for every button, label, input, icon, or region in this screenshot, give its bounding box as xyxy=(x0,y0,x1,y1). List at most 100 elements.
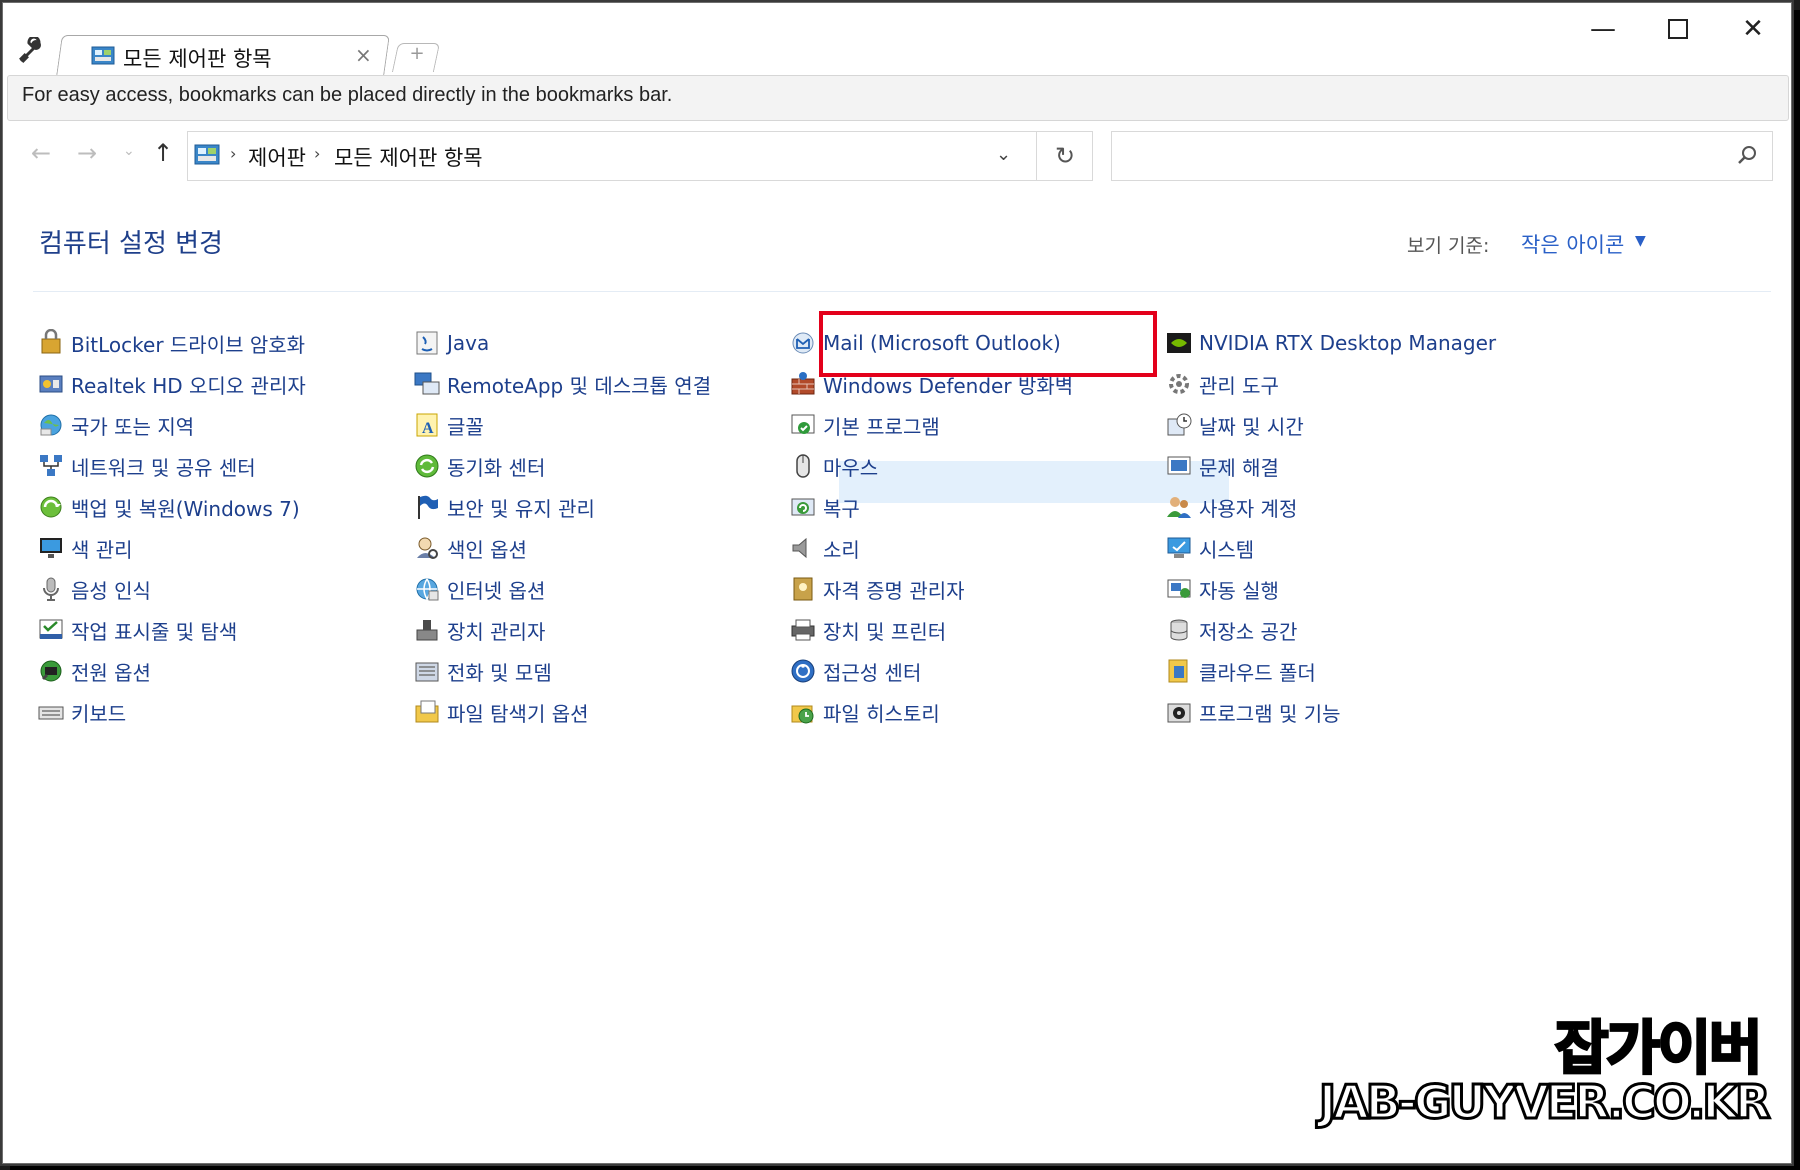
forward-arrow-icon[interactable]: → xyxy=(77,139,97,167)
recent-locations-chevron-icon[interactable]: ⌄ xyxy=(123,143,135,159)
maximize-button[interactable] xyxy=(1658,9,1698,49)
control-panel-item[interactable]: 마우스 xyxy=(789,448,878,484)
control-panel-item[interactable]: 문제 해결 xyxy=(1165,448,1279,484)
control-panel-item[interactable]: 장치 관리자 xyxy=(413,612,545,648)
breadcrumb-all-items[interactable]: 모든 제어판 항목 xyxy=(334,142,483,172)
control-panel-item-label: BitLocker 드라이브 암호화 xyxy=(71,332,306,357)
control-panel-item[interactable]: 작업 표시줄 및 탐색 xyxy=(37,612,237,648)
recovery-icon xyxy=(791,498,815,516)
refresh-icon[interactable]: ↻ xyxy=(1036,132,1093,180)
search-input[interactable] xyxy=(1120,140,1684,172)
control-panel-item[interactable]: 프로그램 및 기능 xyxy=(1165,694,1341,730)
tab-close-icon[interactable]: × xyxy=(355,43,372,67)
control-panel-item[interactable]: A 글꼴 xyxy=(413,407,484,443)
credential-icon xyxy=(793,577,813,601)
control-panel-item[interactable]: 백업 및 복원(Windows 7) xyxy=(37,489,300,525)
control-panel-item-label: 인터넷 옵션 xyxy=(447,578,546,603)
control-panel-item[interactable]: 접근성 센터 xyxy=(789,653,921,689)
address-bar[interactable]: › 제어판 › 모든 제어판 항목 ⌄ ↻ xyxy=(187,131,1093,181)
tab-title: 모든 제어판 항목 xyxy=(123,47,272,71)
control-panel-item-label: 색인 옵션 xyxy=(447,537,527,562)
control-panel-item[interactable]: 인터넷 옵션 xyxy=(413,571,545,607)
remoteapp-icon xyxy=(414,372,440,395)
control-panel-item[interactable]: 동기화 센터 xyxy=(413,448,545,484)
breadcrumb-separator[interactable]: › xyxy=(230,144,236,163)
control-panel-item[interactable]: 키보드 xyxy=(37,694,126,730)
control-panel-item[interactable]: 시스템 xyxy=(1165,530,1254,566)
control-panel-item[interactable]: RemoteApp 및 데스크톱 연결 xyxy=(413,366,711,402)
control-panel-icon xyxy=(91,46,115,65)
control-panel-item-label: Java xyxy=(447,331,490,355)
control-panel-item-label: 전원 옵션 xyxy=(71,660,151,685)
network-icon xyxy=(40,455,62,476)
control-panel-item[interactable]: 보안 및 유지 관리 xyxy=(413,489,595,525)
microphone-icon xyxy=(43,577,59,601)
control-panel-item-label: 네트워크 및 공유 센터 xyxy=(71,455,256,480)
control-panel-item[interactable]: NVIDIA RTX Desktop Manager xyxy=(1165,325,1496,361)
control-panel-item[interactable]: 네트워크 및 공유 센터 xyxy=(37,448,256,484)
control-panel-item[interactable]: Java xyxy=(413,325,489,361)
control-panel-item[interactable]: 음성 인식 xyxy=(37,571,151,607)
control-panel-item[interactable]: BitLocker 드라이브 암호화 xyxy=(37,325,305,361)
callout-box-mail xyxy=(819,311,1157,377)
control-panel-item-label: 복구 xyxy=(823,496,860,521)
caret-down-icon[interactable]: ▼ xyxy=(1635,233,1646,249)
control-panel-item-label: 자격 증명 관리자 xyxy=(823,578,965,603)
control-panel-item-label: 저장소 공간 xyxy=(1199,619,1298,644)
taskbar-icon xyxy=(39,619,63,639)
keyboard-icon xyxy=(38,706,64,720)
search-box[interactable] xyxy=(1111,131,1773,181)
control-panel-item[interactable]: 사용자 계정 xyxy=(1165,489,1297,525)
control-panel-item[interactable]: 자동 실행 xyxy=(1165,571,1279,607)
close-button[interactable]: ✕ xyxy=(1733,9,1773,49)
control-panel-item[interactable]: 색인 옵션 xyxy=(413,530,527,566)
control-panel-item[interactable]: 복구 xyxy=(789,489,860,525)
control-panel-item[interactable]: 색 관리 xyxy=(37,530,133,566)
address-dropdown-chevron-icon[interactable]: ⌄ xyxy=(996,144,1011,165)
control-panel-item[interactable]: 클라우드 폴더 xyxy=(1165,653,1316,689)
breadcrumb-control-panel[interactable]: 제어판 xyxy=(248,142,306,172)
control-panel-item-label: 자동 실행 xyxy=(1199,578,1279,603)
control-panel-item-label: 파일 탐색기 옵션 xyxy=(447,701,589,726)
backup-icon xyxy=(40,496,62,518)
control-panel-item-label: RemoteApp 및 데스크톱 연결 xyxy=(447,373,712,398)
bitlocker-icon xyxy=(41,329,61,354)
back-arrow-icon[interactable]: ← xyxy=(31,139,51,167)
control-panel-item-label: 동기화 센터 xyxy=(447,455,546,480)
control-panel-item-label: 음성 인식 xyxy=(71,578,151,603)
device-manager-icon xyxy=(416,620,438,641)
breadcrumb-separator[interactable]: › xyxy=(314,144,320,163)
autoplay-icon xyxy=(1167,579,1191,598)
control-panel-item[interactable]: 날짜 및 시간 xyxy=(1165,407,1304,443)
control-panel-item[interactable]: 국가 또는 지역 xyxy=(37,407,194,443)
control-panel-item[interactable]: 관리 도구 xyxy=(1165,366,1279,402)
page-title: 컴퓨터 설정 변경 xyxy=(39,229,223,259)
svg-text:A: A xyxy=(422,420,434,437)
minimize-button[interactable]: — xyxy=(1583,9,1623,49)
bookmarks-hint-text: For easy access, bookmarks can be placed… xyxy=(22,84,673,106)
control-panel-item[interactable]: 파일 탐색기 옵션 xyxy=(413,694,589,730)
view-by-dropdown[interactable]: 작은 아이콘 xyxy=(1521,229,1624,259)
control-panel-icon xyxy=(194,144,220,165)
control-panel-item[interactable]: 파일 히스토리 xyxy=(789,694,940,730)
up-arrow-icon[interactable]: ↑ xyxy=(153,139,173,167)
view-by-label: 보기 기준: xyxy=(1407,235,1490,257)
control-panel-item[interactable]: 전화 및 모뎀 xyxy=(413,653,552,689)
control-panel-item[interactable]: 소리 xyxy=(789,530,860,566)
control-panel-item[interactable]: 자격 증명 관리자 xyxy=(789,571,965,607)
control-panel-item[interactable]: Realtek HD 오디오 관리자 xyxy=(37,366,306,402)
control-panel-item[interactable]: 장치 및 프린터 xyxy=(789,612,946,648)
wrench-icon[interactable] xyxy=(17,37,45,65)
control-panel-item-label: 보안 및 유지 관리 xyxy=(447,496,595,521)
browser-tab[interactable]: 모든 제어판 항목 × xyxy=(69,37,389,75)
mail-icon xyxy=(792,332,814,354)
search-icon[interactable] xyxy=(1736,144,1758,166)
control-panel-item-label: 키보드 xyxy=(71,701,127,726)
control-panel-item[interactable]: 전원 옵션 xyxy=(37,653,151,689)
control-panel-item[interactable]: 저장소 공간 xyxy=(1165,612,1297,648)
control-panel-item-label: 전화 및 모뎀 xyxy=(447,660,552,685)
indexing-icon xyxy=(417,537,438,559)
control-panel-item[interactable]: 기본 프로그램 xyxy=(789,407,940,443)
watermark-title: 잡가이버 xyxy=(1553,1013,1763,1084)
power-icon xyxy=(40,660,62,682)
